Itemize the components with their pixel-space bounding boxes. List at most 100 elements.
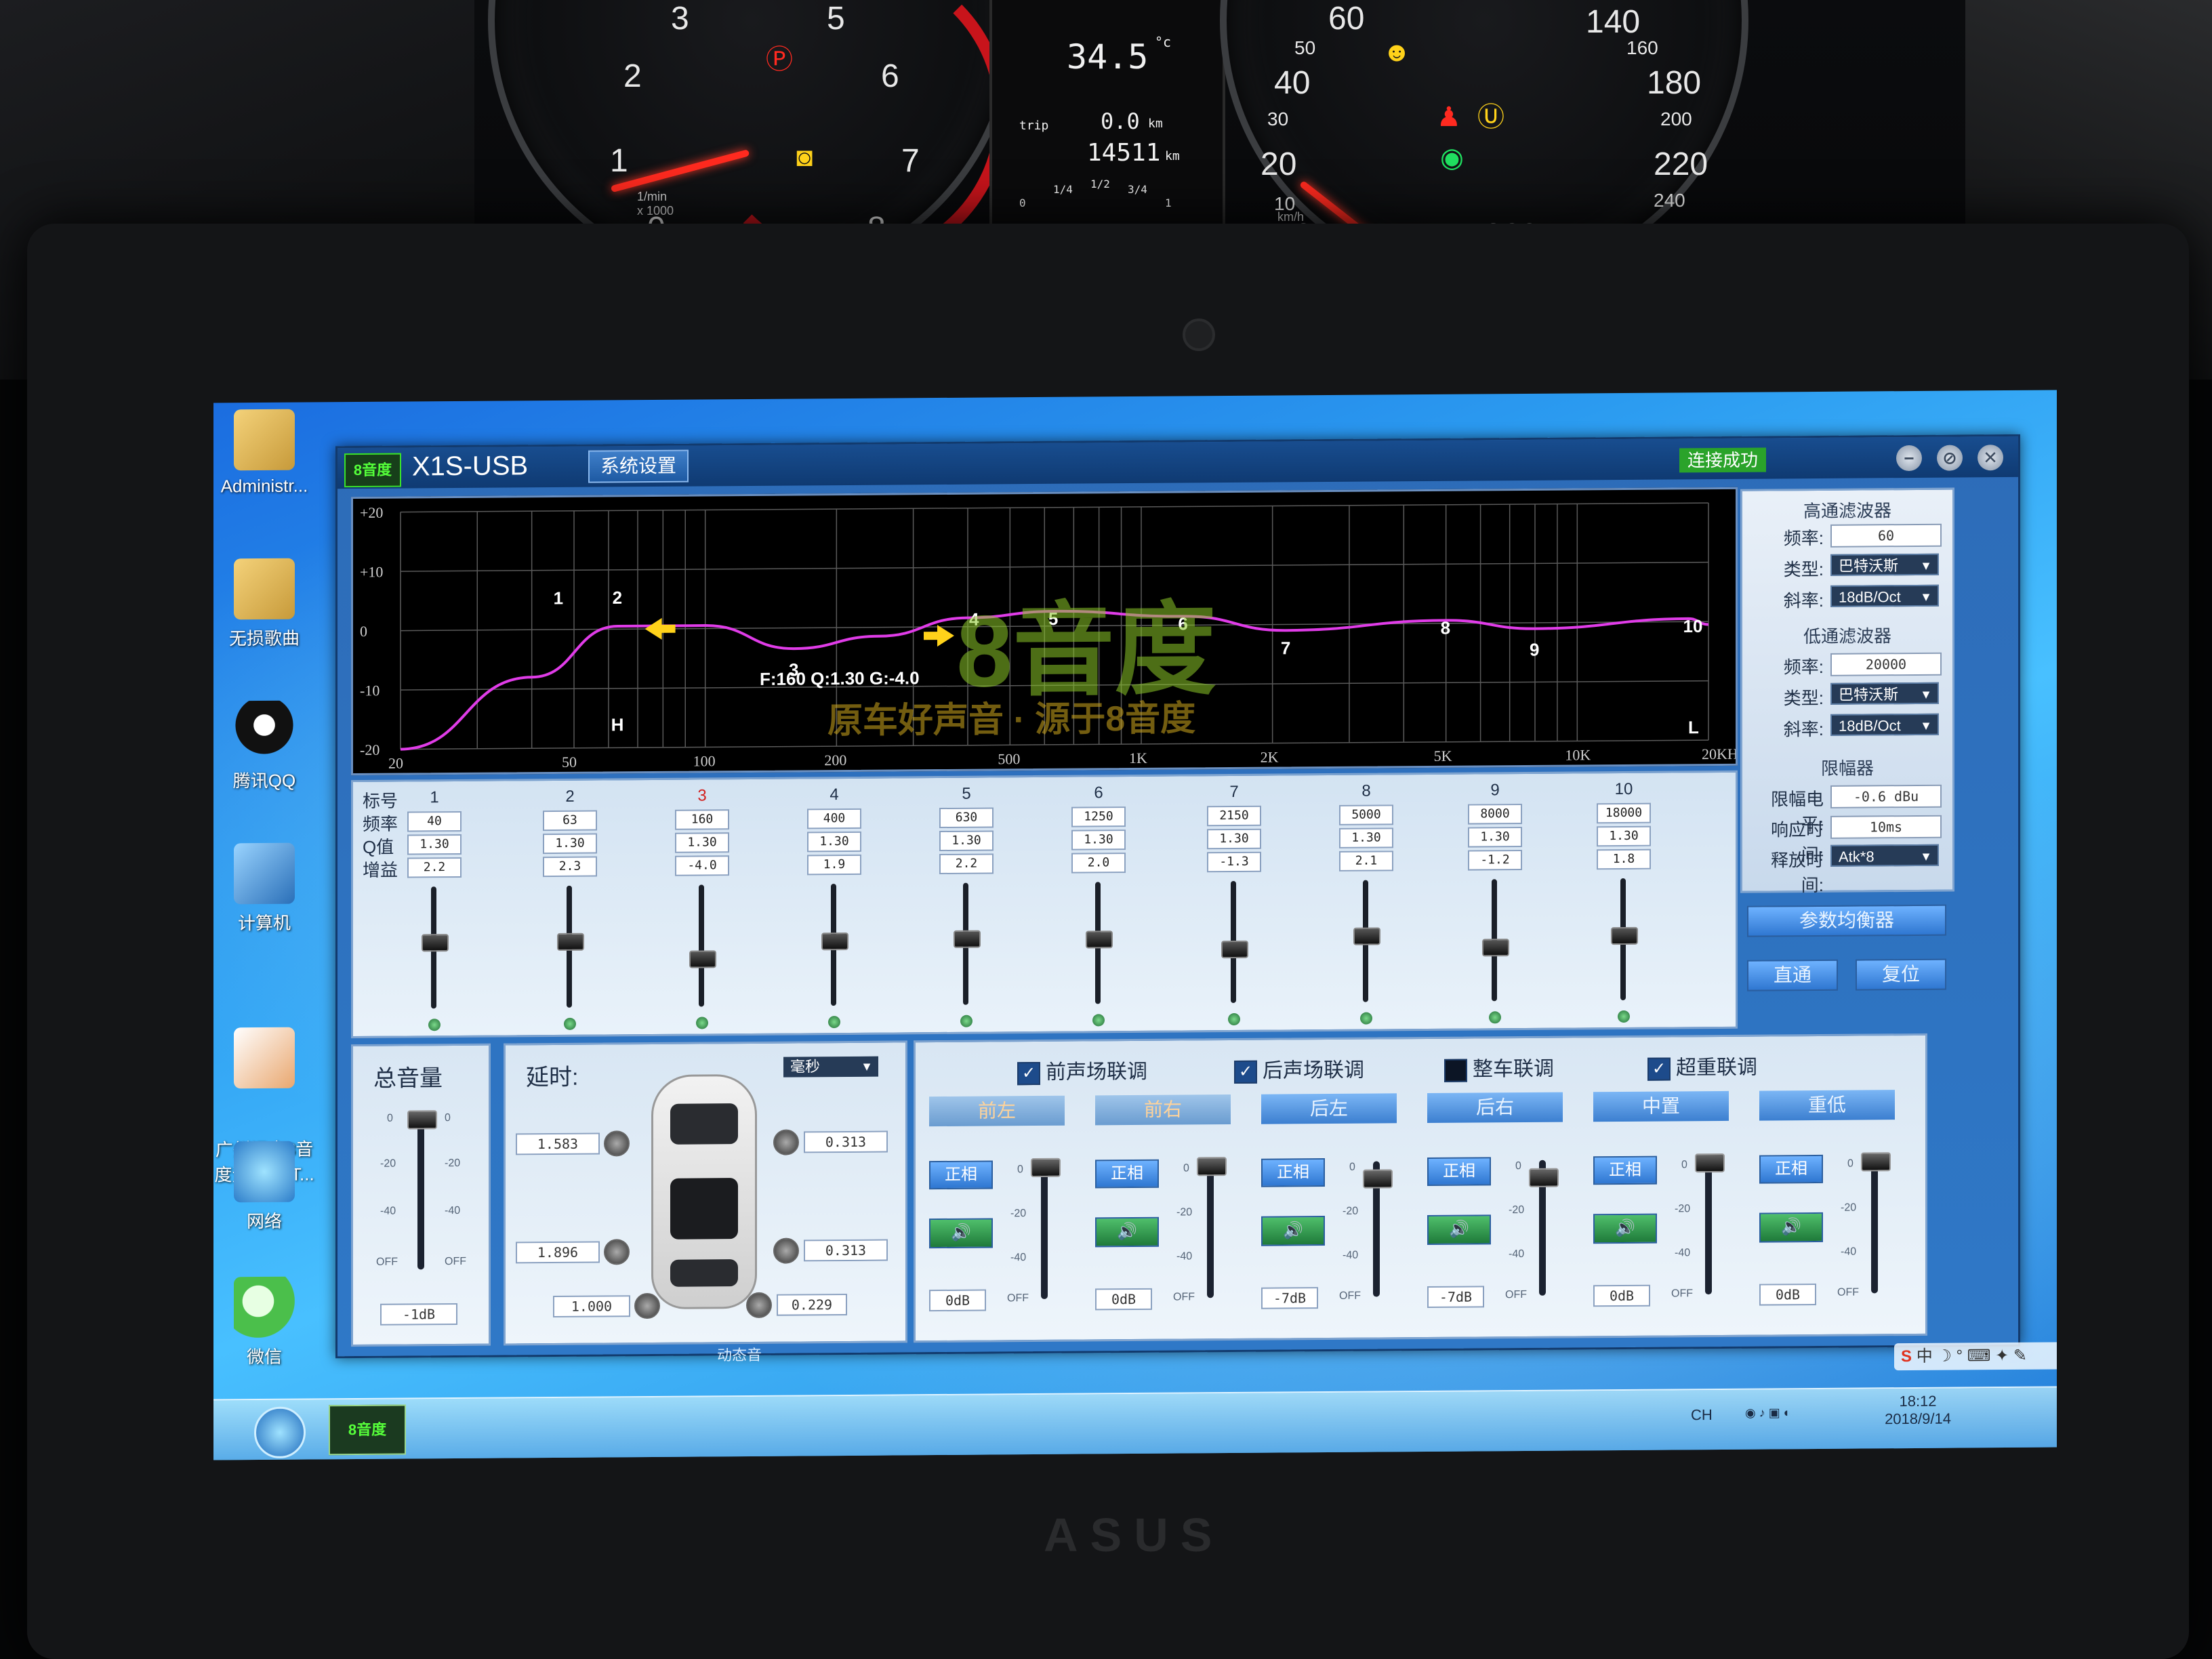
- phase-button[interactable]: 正相: [1427, 1157, 1491, 1186]
- band-gain-knob[interactable]: [1221, 940, 1248, 959]
- hp-freq-input[interactable]: 60: [1830, 523, 1942, 548]
- band-frequency-input[interactable]: 160: [675, 809, 729, 830]
- master-volume-knob[interactable]: [407, 1110, 437, 1130]
- delay-rear-left-knob[interactable]: [604, 1239, 630, 1265]
- eq-response-graph[interactable]: +20 +10 0 -10 -20 20 50 100 200 500 1K 2K 5K 10K 20KHz…: [351, 487, 1738, 776]
- channel-name-button[interactable]: 前右: [1095, 1094, 1231, 1126]
- band-frequency-input[interactable]: 630: [939, 807, 994, 829]
- band-frequency-input[interactable]: 63: [543, 810, 597, 832]
- bypass-button[interactable]: 直通: [1747, 959, 1838, 991]
- system-settings-button[interactable]: 系统设置: [588, 449, 689, 483]
- band-gain-knob[interactable]: [821, 932, 848, 951]
- lp-type-select[interactable]: 巴特沃斯 ▼: [1830, 682, 1939, 705]
- taskbar-clock[interactable]: 18:12 2018/9/14: [1867, 1392, 1969, 1428]
- channel-name-button[interactable]: 中置: [1593, 1090, 1729, 1122]
- tray-icons[interactable]: ◉ ♪ ▣ ◐: [1745, 1406, 1791, 1420]
- band-gain-input[interactable]: 2.1: [1339, 851, 1393, 872]
- desktop-icon-qq[interactable]: 腾讯QQ: [213, 700, 315, 792]
- band-gain-knob[interactable]: [1482, 939, 1509, 957]
- band-gain-input[interactable]: -1.3: [1207, 851, 1261, 873]
- channel-name-button[interactable]: 重低: [1759, 1090, 1895, 1121]
- ime-toolbar[interactable]: S 中 ☽ ° ⌨ ✦ ✎: [1894, 1342, 2057, 1371]
- band-gain-input[interactable]: 2.0: [1071, 853, 1126, 874]
- band-gain-input[interactable]: 1.8: [1597, 848, 1651, 870]
- band-frequency-input[interactable]: 400: [807, 808, 861, 830]
- band-frequency-input[interactable]: 5000: [1339, 804, 1393, 825]
- delay-sub-right-knob[interactable]: [746, 1292, 772, 1319]
- parametric-eq-button[interactable]: 参数均衡器: [1747, 904, 1946, 937]
- channel-level-value[interactable]: -7dB: [1261, 1287, 1318, 1309]
- reset-button[interactable]: 复位: [1856, 958, 1946, 991]
- phase-button[interactable]: 正相: [1095, 1159, 1159, 1189]
- band-gain-input[interactable]: 1.9: [807, 854, 861, 876]
- rear-link-checkbox[interactable]: ✓ 后声场联调: [1234, 1053, 1364, 1084]
- mute-speaker-icon[interactable]: 🔊: [1759, 1212, 1823, 1243]
- band-gain-input[interactable]: -1.2: [1468, 850, 1522, 871]
- channel-fader-track[interactable]: [1871, 1158, 1878, 1294]
- mute-speaker-icon[interactable]: 🔊: [1593, 1213, 1657, 1244]
- delay-front-left[interactable]: 1.583: [516, 1132, 600, 1155]
- band-q-input[interactable]: 1.30: [939, 830, 994, 852]
- master-volume-value[interactable]: -1dB: [380, 1303, 457, 1326]
- attack-input[interactable]: 10ms: [1830, 815, 1942, 839]
- lp-slope-select[interactable]: 18dB/Oct ▼: [1830, 713, 1939, 736]
- hp-slope-select[interactable]: 18dB/Oct ▼: [1830, 584, 1939, 607]
- channel-name-button[interactable]: 后右: [1427, 1092, 1563, 1123]
- delay-sub-left[interactable]: 1.000: [553, 1295, 630, 1317]
- band-number[interactable]: 5: [936, 784, 997, 805]
- channel-fader-knob[interactable]: [1861, 1152, 1891, 1172]
- front-link-checkbox[interactable]: ✓ 前声场联调: [1017, 1054, 1147, 1086]
- band-q-input[interactable]: 1.30: [1468, 827, 1522, 848]
- band-number[interactable]: 9: [1465, 781, 1525, 802]
- band-q-input[interactable]: 1.30: [1071, 830, 1126, 851]
- band-gain-knob[interactable]: [689, 950, 716, 968]
- band-number[interactable]: 8: [1336, 781, 1397, 802]
- phase-button[interactable]: 正相: [929, 1160, 993, 1190]
- band-number[interactable]: 6: [1068, 783, 1129, 804]
- master-volume-track[interactable]: [417, 1113, 424, 1270]
- channel-fader-knob[interactable]: [1031, 1158, 1061, 1178]
- release-select[interactable]: Atk*8 ▼: [1830, 844, 1939, 867]
- channel-level-value[interactable]: 0dB: [929, 1289, 986, 1312]
- close-icon[interactable]: ✕: [1978, 445, 2003, 471]
- band-gain-input[interactable]: -4.0: [675, 855, 729, 876]
- delay-front-left-knob[interactable]: [604, 1130, 630, 1157]
- settings-circle-icon[interactable]: ⊘: [1937, 445, 1963, 471]
- band-q-input[interactable]: 1.30: [1339, 827, 1393, 848]
- channel-fader-track[interactable]: [1207, 1162, 1214, 1298]
- band-gain-knob[interactable]: [954, 930, 981, 948]
- band-gain-knob[interactable]: [1086, 930, 1113, 949]
- band-gain-input[interactable]: 2.2: [407, 857, 462, 878]
- band-q-input[interactable]: 1.30: [807, 831, 861, 853]
- channel-level-value[interactable]: -7dB: [1427, 1286, 1484, 1308]
- band-q-input[interactable]: 1.30: [407, 834, 462, 855]
- band-frequency-input[interactable]: 18000: [1597, 802, 1651, 824]
- mute-speaker-icon[interactable]: 🔊: [929, 1218, 993, 1249]
- band-number[interactable]: 3: [672, 786, 733, 807]
- delay-front-right[interactable]: 0.313: [804, 1130, 888, 1153]
- band-number[interactable]: 10: [1593, 780, 1654, 801]
- band-q-input[interactable]: 1.30: [675, 832, 729, 853]
- band-gain-input[interactable]: 2.2: [939, 853, 994, 875]
- all-link-checkbox[interactable]: 整车联调: [1444, 1052, 1554, 1082]
- phase-button[interactable]: 正相: [1261, 1158, 1325, 1187]
- desktop-icon-lossless-music[interactable]: 无损歌曲: [213, 558, 315, 650]
- channel-fader-knob[interactable]: [1529, 1168, 1559, 1187]
- phase-button[interactable]: 正相: [1593, 1155, 1657, 1185]
- sub-link-checkbox[interactable]: ✓ 超重联调: [1647, 1050, 1757, 1081]
- band-q-input[interactable]: 1.30: [1207, 828, 1261, 850]
- app-titlebar[interactable]: 8音度 X1S-USB 系统设置 连接成功 − ⊘ ✕: [337, 436, 2018, 489]
- band-gain-knob[interactable]: [422, 934, 449, 952]
- desktop-icon-computer[interactable]: 计算机: [213, 842, 315, 935]
- band-number[interactable]: 2: [539, 787, 600, 808]
- desktop-icon-admin[interactable]: Administr...: [213, 409, 315, 497]
- delay-front-right-knob[interactable]: [773, 1129, 799, 1155]
- delay-sub-right[interactable]: 0.229: [777, 1293, 847, 1316]
- channel-fader-track[interactable]: [1705, 1159, 1712, 1295]
- tray-language[interactable]: CH: [1691, 1406, 1713, 1424]
- channel-fader-knob[interactable]: [1197, 1157, 1227, 1176]
- phase-button[interactable]: 正相: [1759, 1154, 1823, 1184]
- minimize-icon[interactable]: −: [1896, 445, 1922, 472]
- desktop-icon-wechat[interactable]: 微信: [213, 1276, 315, 1368]
- band-gain-knob[interactable]: [1611, 926, 1638, 945]
